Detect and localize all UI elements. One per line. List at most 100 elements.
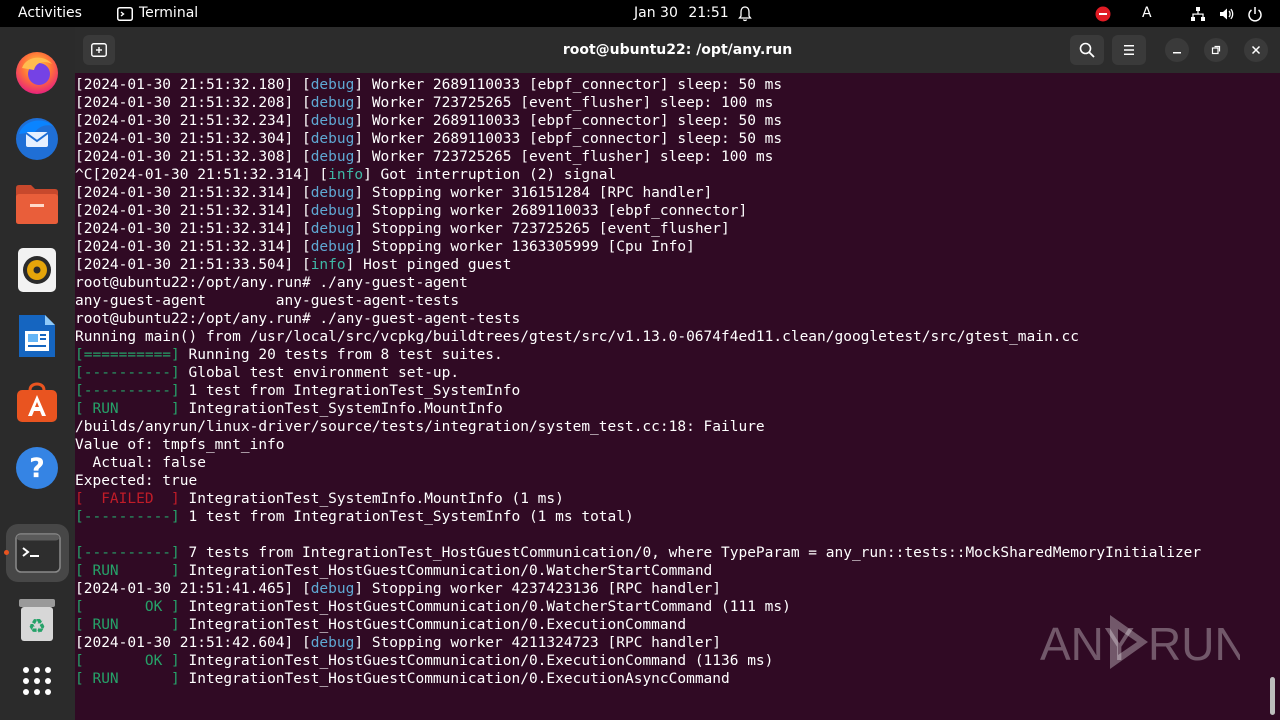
input-source-indicator[interactable]: A: [1142, 0, 1152, 27]
files-icon: [16, 185, 58, 224]
terminal-text-segment: 1 test from IntegrationTest_SystemInfo: [179, 383, 521, 399]
terminal-text-segment: [2024-01-30 21:51:32.234] [: [75, 113, 311, 129]
terminal-text-segment: [ FAILED ]: [75, 491, 180, 507]
terminal-text-segment: [----------]: [75, 545, 180, 561]
terminal-text-segment: any-guest-agent any-guest-agent-tests: [75, 293, 460, 309]
terminal-line: Expected: true: [75, 472, 1201, 490]
thunderbird-icon: [16, 118, 58, 160]
terminal-line: [ RUN ] IntegrationTest_SystemInfo.Mount…: [75, 400, 1201, 418]
terminal-app-icon: [117, 6, 133, 21]
terminal-text-segment: [2024-01-30 21:51:32.308] [: [75, 149, 311, 165]
dock-thunderbird[interactable]: [11, 112, 63, 164]
terminal-text-segment: IntegrationTest_SystemInfo.MountInfo: [179, 401, 503, 417]
libreoffice-writer-icon: [19, 315, 55, 357]
minimize-icon: [1173, 52, 1181, 54]
terminal-text-segment: debug: [310, 581, 355, 597]
terminal-text-segment: [2024-01-30 21:51:32.314] [: [75, 203, 311, 219]
terminal-line: [2024-01-30 21:51:32.234] [debug] Worker…: [75, 112, 1201, 130]
terminal-text-segment: [ RUN ]: [75, 671, 180, 687]
terminal-text-segment: info: [310, 257, 346, 273]
restore-button[interactable]: [1204, 38, 1228, 62]
terminal-line: [2024-01-30 21:51:32.180] [debug] Worker…: [75, 76, 1201, 94]
terminal-text-segment: root@ubuntu22:/opt/any.run# ./any-guest-…: [75, 311, 521, 327]
terminal-text-segment: Actual: false: [75, 455, 206, 471]
terminal-line: Value of: tmpfs_mnt_info: [75, 436, 1201, 454]
date: Jan 30: [634, 5, 678, 21]
terminal-line: [ RUN ] IntegrationTest_HostGuestCommuni…: [75, 562, 1201, 580]
activities-button[interactable]: Activities: [18, 0, 82, 27]
terminal-line: [ OK ] IntegrationTest_HostGuestCommunic…: [75, 598, 1201, 616]
terminal-line: [----------] 1 test from IntegrationTest…: [75, 508, 1201, 526]
network-icon[interactable]: [1190, 0, 1206, 27]
terminal-text-segment: Expected: true: [75, 473, 198, 489]
watermark-text-right: RUN: [1148, 618, 1240, 670]
terminal-text-segment: Value of: tmpfs_mnt_info: [75, 437, 285, 453]
terminal-line: Actual: false: [75, 454, 1201, 472]
notification-bell-icon[interactable]: [738, 0, 752, 27]
terminal-line: /builds/anyrun/linux-driver/source/tests…: [75, 418, 1201, 436]
terminal-line: root@ubuntu22:/opt/any.run# ./any-guest-…: [75, 310, 1201, 328]
svg-text:?: ?: [29, 453, 45, 484]
terminal-text-segment: Global test environment set-up.: [179, 365, 460, 381]
dock-firefox[interactable]: [11, 47, 63, 99]
dock-libreoffice-writer[interactable]: [11, 310, 63, 362]
menu-button[interactable]: [1112, 35, 1146, 65]
terminal-text-segment: [ RUN ]: [75, 617, 180, 633]
terminal-text-segment: 1 test from IntegrationTest_SystemInfo (…: [179, 509, 634, 525]
dock-help[interactable]: ?: [11, 442, 63, 494]
terminal-text-segment: [2024-01-30 21:51:33.504] [: [75, 257, 311, 273]
app-center-icon: [17, 382, 57, 422]
terminal-lines: [2024-01-30 21:51:32.180] [debug] Worker…: [75, 76, 1201, 688]
terminal-text-segment: debug: [310, 221, 355, 237]
restore-icon: [1211, 45, 1221, 55]
close-button[interactable]: [1244, 38, 1268, 62]
terminal-text-segment: ] Stopping worker 2689110033 [ebpf_conne…: [354, 203, 748, 219]
terminal-text-segment: IntegrationTest_HostGuestCommunication/0…: [179, 671, 730, 687]
power-icon[interactable]: [1247, 0, 1263, 27]
terminal-text-segment: ] Stopping worker 316151284 [RPC handler…: [354, 185, 713, 201]
terminal-text-segment: Running 20 tests from 8 test suites.: [179, 347, 503, 363]
terminal-text-segment: [2024-01-30 21:51:32.314] [: [75, 221, 311, 237]
terminal-text-segment: [2024-01-30 21:51:32.304] [: [75, 131, 311, 147]
terminal-text-segment: debug: [310, 203, 355, 219]
new-tab-button[interactable]: [83, 35, 115, 65]
terminal-scrollbar[interactable]: [1270, 677, 1275, 715]
trash-icon: ♻: [19, 599, 55, 641]
terminal-line: [2024-01-30 21:51:32.314] [debug] Stoppi…: [75, 220, 1201, 238]
search-button[interactable]: [1070, 35, 1104, 65]
dock-app-center[interactable]: [11, 376, 63, 428]
new-tab-icon: [91, 43, 107, 57]
do-not-disturb-icon[interactable]: [1095, 0, 1111, 27]
terminal-text-segment: [ RUN ]: [75, 563, 180, 579]
terminal-text-segment: ] Stopping worker 1363305999 [Cpu Info]: [354, 239, 695, 255]
anyrun-watermark: ANY RUN: [1040, 607, 1248, 677]
terminal-text-segment: debug: [310, 149, 355, 165]
top-bar: Activities Terminal Jan 30 21:51 A: [0, 0, 1280, 27]
minimize-button[interactable]: [1165, 38, 1189, 62]
dock-rhythmbox[interactable]: [11, 244, 63, 296]
dock-terminal[interactable]: [6, 524, 69, 582]
terminal-line: [----------] 1 test from IntegrationTest…: [75, 382, 1201, 400]
clock[interactable]: Jan 30 21:51: [634, 0, 729, 27]
dock-trash[interactable]: ♻: [11, 594, 63, 646]
hamburger-menu-icon: [1124, 45, 1134, 55]
show-apps-button[interactable]: [11, 655, 63, 707]
app-menu[interactable]: Terminal: [117, 0, 198, 27]
dock-files[interactable]: [11, 178, 63, 230]
terminal-text-segment: ] Stopping worker 4237423136 [RPC handle…: [354, 581, 722, 597]
terminal-text-segment: [ OK ]: [75, 653, 180, 669]
terminal-text-segment: debug: [310, 239, 355, 255]
dock: ? ♻: [0, 27, 75, 720]
terminal-line: [2024-01-30 21:51:32.314] [debug] Stoppi…: [75, 238, 1201, 256]
window-titlebar[interactable]: root@ubuntu22: /opt/any.run: [75, 27, 1280, 73]
volume-icon[interactable]: [1218, 0, 1234, 27]
terminal-text-segment: ] Worker 2689110033 [ebpf_connector] sle…: [354, 77, 783, 93]
terminal-text-segment: IntegrationTest_HostGuestCommunication/0…: [179, 617, 687, 633]
terminal-text-segment: ] Stopping worker 723725265 [event_flush…: [354, 221, 730, 237]
terminal-text-segment: Running main() from /usr/local/src/vcpkg…: [75, 329, 1079, 345]
terminal-line: [----------] 7 tests from IntegrationTes…: [75, 544, 1201, 562]
terminal-text-segment: /builds/anyrun/linux-driver/source/tests…: [75, 419, 765, 435]
time: 21:51: [688, 5, 729, 21]
terminal-line: [2024-01-30 21:51:33.504] [info] Host pi…: [75, 256, 1201, 274]
terminal-text-segment: [ OK ]: [75, 599, 180, 615]
